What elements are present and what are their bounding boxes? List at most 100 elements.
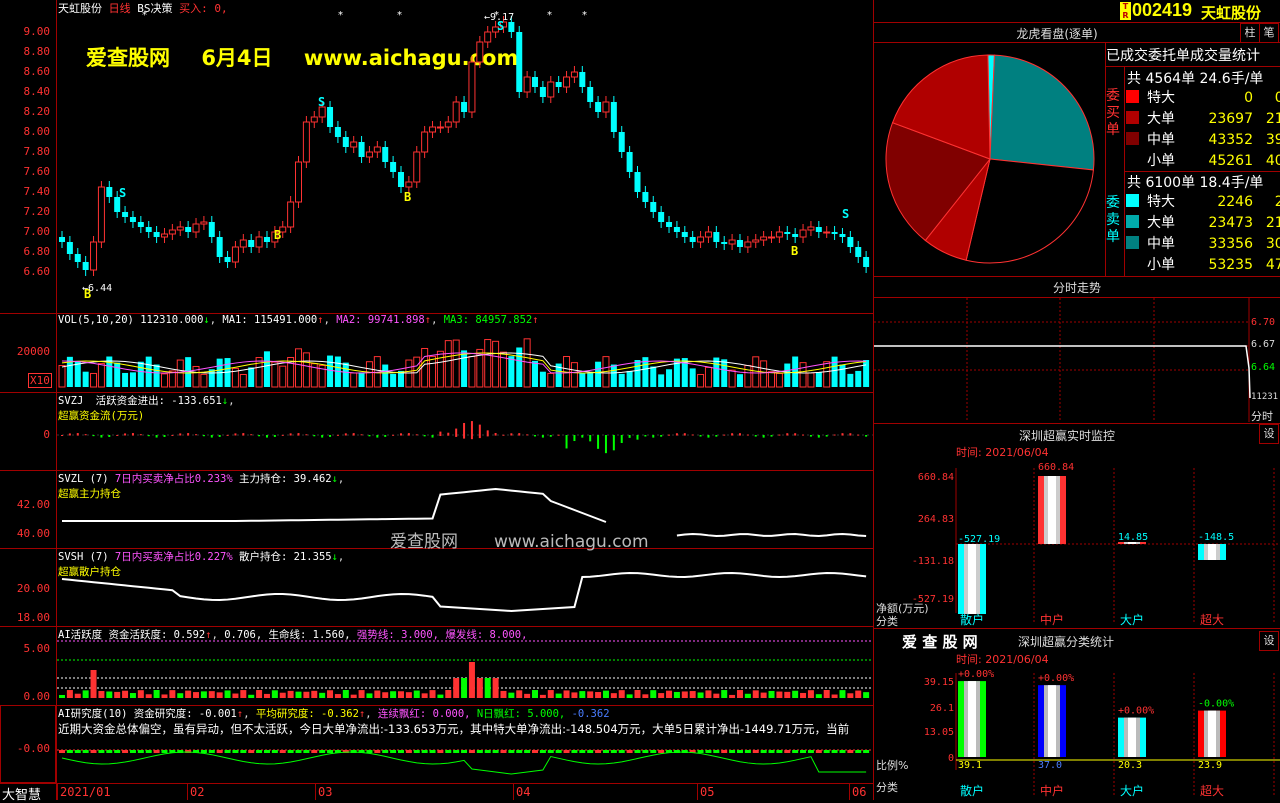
order-stat-row: 小单4526140% xyxy=(1126,150,1280,170)
vol-unit-badge: X10 xyxy=(28,373,52,388)
candle-body xyxy=(839,234,846,237)
research-bar xyxy=(98,750,105,753)
research-bar xyxy=(847,750,854,753)
candle-body xyxy=(847,237,854,247)
monitor-axis-tick: 264.83 xyxy=(918,514,954,525)
research-bar xyxy=(153,750,160,753)
note-mode-button[interactable]: 笔 xyxy=(1259,23,1279,43)
volume-bar xyxy=(327,355,334,387)
candle-body xyxy=(792,234,799,237)
ai-axis-top: 5.00 xyxy=(23,642,51,655)
volume-bar xyxy=(752,356,760,388)
volume-chart[interactable] xyxy=(57,325,873,391)
intraday-chart[interactable] xyxy=(874,298,1280,422)
price-tick: 6.80 xyxy=(23,245,51,258)
tr-badge[interactable]: TR xyxy=(1120,2,1131,20)
activity-bar xyxy=(524,693,531,698)
main-chart-area[interactable]: 天虹股份 日线 BS决策 买入: 0, 9.00 8.80 8.60 8.40 8.20… xyxy=(0,0,874,803)
flow-bar xyxy=(660,435,663,437)
stats-cat: 分类 xyxy=(876,781,898,794)
candle-body xyxy=(176,226,184,231)
candle-body xyxy=(255,236,263,248)
flow-bar xyxy=(644,435,647,437)
price-tick: 7.20 xyxy=(23,205,51,218)
monitor-bar xyxy=(1198,544,1226,560)
research-bar xyxy=(571,750,578,753)
research-bar xyxy=(760,750,767,753)
candle-body xyxy=(216,237,223,257)
candle-body xyxy=(382,147,389,162)
star-marker: * xyxy=(397,10,402,21)
research-bar xyxy=(792,750,799,753)
ai-activity-chart[interactable] xyxy=(57,638,873,705)
candle-body xyxy=(327,107,334,127)
color-swatch xyxy=(1126,194,1139,207)
candle-body xyxy=(713,232,720,242)
flow-bar xyxy=(321,435,324,438)
candle-body xyxy=(59,237,65,242)
svsh-axis-bottom: 18.00 xyxy=(16,611,50,624)
money-flow-chart[interactable] xyxy=(57,400,873,470)
research-bar xyxy=(279,750,286,753)
activity-bar xyxy=(327,690,334,698)
candle-body xyxy=(263,237,270,242)
volume-bar xyxy=(658,374,665,387)
flow-bar xyxy=(407,433,410,436)
research-bar xyxy=(287,750,294,753)
monitor-cat-label: 超大 xyxy=(1200,612,1224,627)
research-bar xyxy=(437,750,444,753)
flow-bar xyxy=(92,435,95,437)
volume-bar xyxy=(248,367,255,387)
candle-body xyxy=(145,227,152,232)
candle-body xyxy=(239,239,247,248)
flow-bar xyxy=(723,434,726,436)
ai-research-chart[interactable] xyxy=(57,738,873,783)
volume-bar xyxy=(689,368,696,387)
ai-research-title: AI研究度(10) 资金研究度: -0.001↑, 平均研究度: -0.362↑… xyxy=(58,708,610,720)
research-bar xyxy=(405,750,412,753)
monitor-settings-button[interactable]: 设 xyxy=(1259,424,1279,444)
stats-settings-button[interactable]: 设 xyxy=(1259,631,1279,651)
monitor-bar-value: 14.85 xyxy=(1118,532,1148,543)
candle-body xyxy=(287,201,295,228)
research-line xyxy=(61,751,867,775)
order-stat-row: 中单4335239% xyxy=(1126,129,1280,149)
color-swatch xyxy=(1126,153,1139,166)
flow-bar xyxy=(463,422,466,439)
flow-bar xyxy=(423,435,426,437)
candle-body xyxy=(153,232,160,237)
activity-bar xyxy=(587,691,594,698)
candlestick-chart[interactable]: BSBSBSBS* * * * * * xyxy=(57,0,873,313)
research-bar xyxy=(768,750,775,753)
candle-body xyxy=(650,202,657,212)
activity-bar xyxy=(263,693,270,698)
candle-body xyxy=(82,262,89,270)
flow-bar xyxy=(360,434,363,436)
activity-bar xyxy=(161,694,168,698)
retail-holding-chart[interactable] xyxy=(57,549,873,626)
volume-bar xyxy=(744,364,752,388)
bar-mode-button[interactable]: 柱 xyxy=(1240,23,1260,43)
stats-bar-chart[interactable]: 39.15 26.1 13.05 0 +0.00% 39.1 散户 +0.00% 37.0 中户 +… xyxy=(874,665,1280,800)
volume-bar xyxy=(539,371,546,387)
candle-body xyxy=(373,146,381,153)
candle-body xyxy=(160,233,168,238)
date-tick: 04 xyxy=(516,785,531,799)
research-bar xyxy=(366,750,373,753)
min-price-label: ←6.44 xyxy=(82,283,113,294)
flow-bar xyxy=(581,435,584,438)
flow-bar xyxy=(131,433,134,436)
stats-bar xyxy=(1118,717,1146,757)
order-pie-chart[interactable] xyxy=(874,43,1106,275)
activity-bar xyxy=(145,694,152,698)
monitor-bar-chart[interactable]: 660.84264.83-131.18-527.19-527.19散户660.8… xyxy=(874,458,1280,628)
research-bar xyxy=(744,750,751,753)
price-tick: 9.00 xyxy=(23,25,51,38)
activity-bar xyxy=(208,691,215,698)
volume-bar xyxy=(847,373,854,387)
activity-bar xyxy=(256,690,263,698)
activity-bar xyxy=(500,690,507,698)
svsh-axis-top: 20.00 xyxy=(16,582,50,595)
volume-bar xyxy=(390,373,397,387)
volume-bar xyxy=(239,373,247,388)
